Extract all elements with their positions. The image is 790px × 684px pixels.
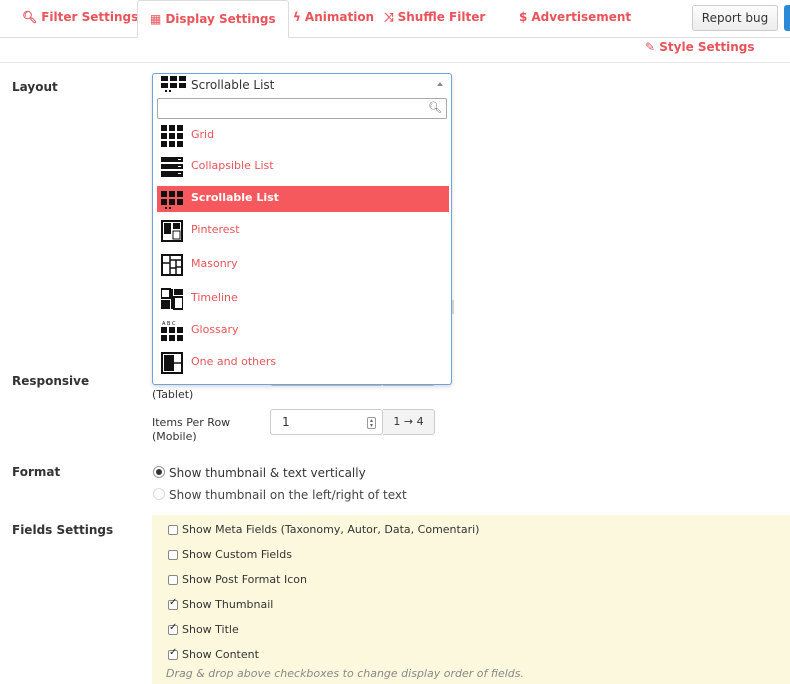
thumbnail-label: Show Thumbnail <box>182 598 274 611</box>
pencil-icon: ✎ <box>645 40 656 54</box>
bolt-icon: ϟ <box>293 10 301 24</box>
meta-fields-label: Show Meta Fields (Taxonomy, Autor, Data,… <box>182 523 480 536</box>
layout-option-grid[interactable]: Grid <box>157 123 449 149</box>
layout-option-masonry[interactable]: Masonry <box>157 252 449 278</box>
pinterest-layout-icon <box>161 220 183 242</box>
title-checkbox[interactable] <box>168 622 178 635</box>
stepper-icon[interactable]: ▴ ▾ <box>367 417 376 429</box>
dollar-icon: $ <box>519 10 528 24</box>
scrollable-list-icon <box>161 191 183 209</box>
glossary-layout-icon: A B C <box>161 321 183 341</box>
grid-icon: ▦ <box>150 12 162 26</box>
mobile-range: 1 → 4 <box>383 409 435 435</box>
layout-label: Layout <box>12 80 58 94</box>
layout-option-collapsible-list[interactable]: Collapsible List <box>157 154 449 180</box>
tab-shuffle-filter[interactable]: ⤨ Shuffle Filter <box>384 10 485 25</box>
responsive-label: Responsive <box>12 374 90 388</box>
divider <box>0 62 790 63</box>
fields-settings-label: Fields Settings <box>12 523 114 537</box>
drag-hint: Drag & drop above checkboxes to change d… <box>166 667 524 680</box>
format-side-label: Show thumbnail on the left/right of text <box>169 488 407 502</box>
meta-fields-checkbox[interactable] <box>168 525 178 535</box>
one-and-others-icon <box>161 352 183 374</box>
tab-filter-settings[interactable]: 🔍︎ Filter Settings <box>22 10 138 24</box>
layout-search-input[interactable]: 🔍︎ <box>157 98 447 119</box>
layout-select-current[interactable]: Scrollable List <box>157 76 447 96</box>
layout-option-pinterest[interactable]: Pinterest <box>157 218 449 244</box>
content-checkbox[interactable] <box>168 647 178 660</box>
edge-button[interactable] <box>784 5 790 31</box>
shuffle-icon: ⤨ <box>384 10 394 24</box>
chevron-up-icon <box>437 82 443 86</box>
layout-option-scrollable-list[interactable]: Scrollable List <box>157 186 449 212</box>
tab-divider <box>0 37 790 38</box>
layout-option-timeline[interactable]: Timeline <box>157 286 449 312</box>
grid-icon <box>161 125 183 147</box>
custom-fields-checkbox[interactable] <box>168 550 178 560</box>
layout-selected-value: Scrollable List <box>191 78 275 92</box>
timeline-layout-icon <box>161 288 183 310</box>
svg-text:A B C: A B C <box>162 321 176 327</box>
tab-bar: 🔍︎ Filter Settings ▦ Display Settings ϟ Ani… <box>0 0 790 38</box>
divider <box>452 300 454 314</box>
mobile-items-value: 1 <box>282 415 290 429</box>
layout-option-glossary[interactable]: A B C Glossary <box>157 318 449 344</box>
custom-fields-label: Show Custom Fields <box>182 548 292 561</box>
post-format-icon-label: Show Post Format Icon <box>182 573 307 586</box>
thumbnail-checkbox[interactable] <box>168 597 178 610</box>
tab-animation[interactable]: ϟ Animation <box>293 10 374 24</box>
tab-display-settings[interactable]: ▦ Display Settings <box>137 0 289 38</box>
tablet-label: (Tablet) <box>152 388 194 401</box>
format-vertical-radio[interactable] <box>153 466 165 478</box>
title-label: Show Title <box>182 623 239 636</box>
layout-select[interactable]: Scrollable List 🔍︎ Grid Collapsible List… <box>152 73 452 385</box>
mobile-items-input[interactable]: 1 ▴ ▾ <box>270 409 383 435</box>
layout-option-one-and-others[interactable]: One and others <box>157 350 449 376</box>
tab-advertisement[interactable]: $ Advertisement <box>519 10 631 24</box>
collapsible-list-icon <box>161 157 183 177</box>
format-side-radio[interactable] <box>153 488 165 500</box>
scrollable-list-icon <box>161 76 186 92</box>
search-icon: 🔍︎ <box>428 101 442 114</box>
content-label: Show Content <box>182 648 259 661</box>
mobile-items-label: Items Per Row (Mobile) <box>152 416 231 443</box>
masonry-layout-icon <box>161 254 183 276</box>
format-vertical-label: Show thumbnail & text vertically <box>169 466 366 480</box>
format-label: Format <box>12 465 61 479</box>
post-format-icon-checkbox[interactable] <box>168 575 178 585</box>
style-settings-link[interactable]: ✎ Style Settings <box>645 40 755 54</box>
report-bug-button[interactable]: Report bug <box>692 5 778 31</box>
search-icon: 🔍︎ <box>22 10 38 24</box>
